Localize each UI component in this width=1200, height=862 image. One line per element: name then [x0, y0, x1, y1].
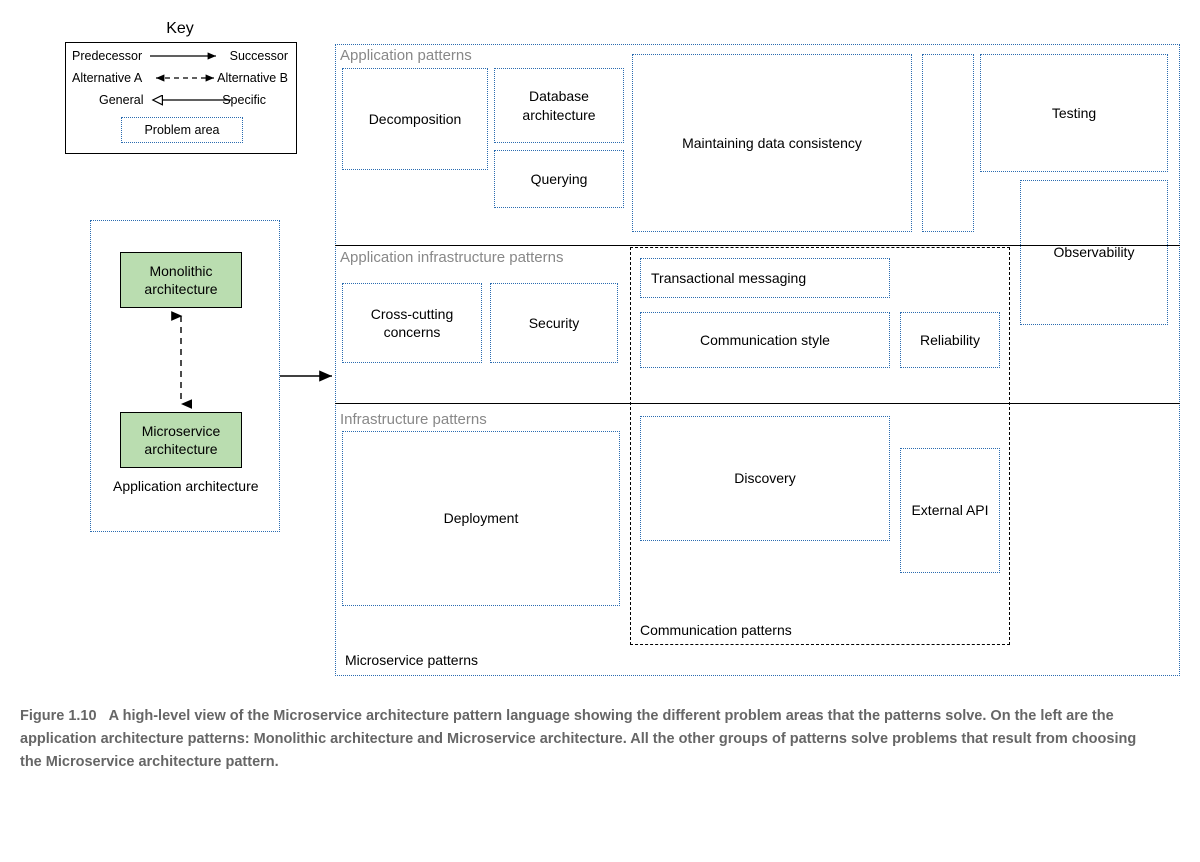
decomposition-box: Decomposition [342, 68, 488, 170]
spacer-1 [922, 54, 974, 232]
deployment-box: Deployment [342, 431, 620, 606]
figure-caption: Figure 1.10 A high-level view of the Mic… [20, 705, 1140, 775]
maintaining-data-consistency-box: Maintaining data consistency [632, 54, 912, 232]
communication-patterns-label: Communication patterns [640, 622, 792, 638]
testing-box: Testing [980, 54, 1168, 172]
figure-label: Figure 1.10 [20, 708, 97, 724]
infrastructure-patterns-label: Infrastructure patterns [340, 411, 487, 428]
transactional-messaging-box: Transactional messaging [640, 258, 890, 298]
discovery-box: Discovery [640, 416, 890, 541]
monolithic-architecture: Monolithic architecture [120, 252, 242, 308]
microservice-architecture: Microservice architecture [120, 412, 242, 468]
key-title: Key [65, 20, 295, 38]
app-architecture-label: Application architecture [113, 477, 259, 495]
pattern-language-diagram: Key Predecessor Successor Alternative A … [20, 20, 1180, 680]
application-infra-patterns-label: Application infrastructure patterns [340, 249, 563, 266]
key-legend-box: Predecessor Successor Alternative A Alte… [65, 42, 297, 154]
application-patterns-label: Application patterns [340, 47, 472, 64]
querying-box: Querying [494, 150, 624, 208]
external-api-box: External API [900, 448, 1000, 573]
reliability-box: Reliability [900, 312, 1000, 368]
database-architecture-box: Database architecture [494, 68, 624, 143]
observability-box: Observability [1020, 180, 1168, 325]
communication-style-box: Communication style [640, 312, 890, 368]
microservice-patterns-label: Microservice patterns [345, 652, 478, 668]
security-box: Security [490, 283, 618, 363]
figure-text: A high-level view of the Microservice ar… [20, 708, 1136, 770]
cross-cutting-concerns-box: Cross-cutting concerns [342, 283, 482, 363]
